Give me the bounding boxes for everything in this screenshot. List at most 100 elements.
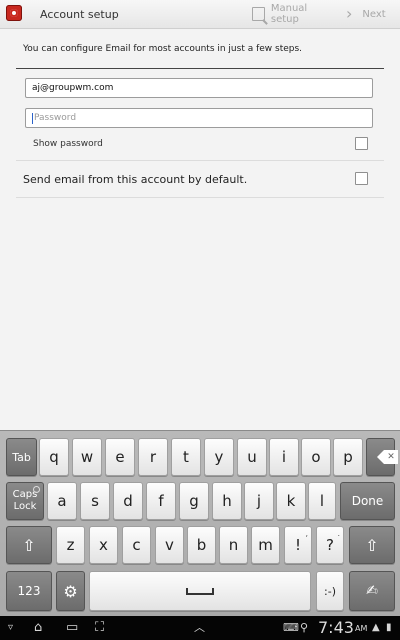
usb-icon: ⚲ [300, 621, 309, 634]
key-v[interactable]: v [155, 526, 184, 564]
key-label: k [286, 492, 296, 510]
tab-key-label: Tab [12, 450, 31, 464]
key-label: n [228, 536, 239, 554]
key-label: a [57, 492, 67, 510]
smiley-key[interactable]: :-) [316, 571, 344, 611]
settings-key[interactable]: ⚙ [56, 571, 85, 611]
recent-apps-icon[interactable]: ▭ [66, 620, 78, 636]
intro-text: You can configure Email for most account… [23, 44, 303, 54]
next-label: Next [362, 8, 386, 20]
key-r[interactable]: r [138, 438, 168, 476]
key-label: l [319, 492, 325, 510]
key-i[interactable]: i [269, 438, 299, 476]
shift-key-right[interactable]: ⇧ [349, 526, 395, 564]
chevron-up-icon[interactable]: ︿ [194, 620, 205, 636]
key-z[interactable]: z [56, 526, 85, 564]
done-key-label: Done [351, 494, 384, 508]
key-alt-label: , [305, 529, 308, 538]
key-k[interactable]: k [276, 482, 306, 520]
key-question[interactable]: . ? [316, 526, 344, 564]
hide-keyboard-icon[interactable]: ▿ [8, 620, 13, 636]
key-t[interactable]: t [171, 438, 201, 476]
key-n[interactable]: n [219, 526, 248, 564]
page-title: Account setup [40, 8, 119, 21]
password-field[interactable]: Password [25, 108, 373, 128]
key-l[interactable]: l [308, 482, 336, 520]
key-label: b [196, 536, 207, 554]
key-label: ! [294, 536, 301, 554]
key-label: t [183, 448, 189, 466]
shift-key-left[interactable]: ⇧ [6, 526, 52, 564]
screenshot-icon[interactable]: ⛶ [95, 620, 104, 636]
handwriting-icon: ✍ [366, 583, 378, 599]
key-w[interactable]: w [72, 438, 102, 476]
key-q[interactable]: q [39, 438, 69, 476]
key-h[interactable]: h [212, 482, 242, 520]
action-bar: Account setup Manual setup › Next [0, 0, 400, 29]
email-field[interactable]: aj@groupwm.com [25, 78, 373, 98]
numbers-key[interactable]: 123 [6, 571, 52, 611]
key-b[interactable]: b [187, 526, 216, 564]
key-label: ? [326, 536, 334, 554]
done-key[interactable]: Done [340, 482, 395, 520]
default-account-label: Send email from this account by default. [23, 173, 248, 186]
key-o[interactable]: o [301, 438, 331, 476]
key-d[interactable]: d [113, 482, 143, 520]
shift-icon: ⇧ [22, 535, 36, 555]
email-app-icon[interactable] [6, 5, 22, 21]
smiley-key-label: :-) [324, 584, 336, 598]
key-label: v [165, 536, 174, 554]
battery-icon: ▮ [386, 622, 392, 633]
caps-lock-key[interactable]: Caps Lock [6, 482, 44, 520]
text-cursor [32, 112, 33, 124]
key-e[interactable]: e [105, 438, 135, 476]
key-exclamation[interactable]: , ! [284, 526, 312, 564]
divider [16, 160, 384, 161]
key-label: d [123, 492, 133, 510]
key-x[interactable]: x [89, 526, 118, 564]
key-j[interactable]: j [244, 482, 274, 520]
key-u[interactable]: u [237, 438, 267, 476]
clock-ampm: AM [355, 624, 368, 633]
key-y[interactable]: y [204, 438, 234, 476]
backspace-key[interactable] [366, 438, 398, 476]
password-placeholder: Password [34, 113, 77, 123]
key-label: j [256, 492, 262, 510]
email-value: aj@groupwm.com [32, 83, 114, 93]
key-s[interactable]: s [80, 482, 110, 520]
key-label: g [189, 492, 199, 510]
system-bar: ▿ ⌂ ▭ ⛶ ︿ ⌨ ⚲ 7:43 AM ▲ ▮ [0, 616, 400, 640]
default-account-checkbox[interactable] [355, 172, 368, 185]
key-label: w [80, 448, 94, 466]
handwriting-key[interactable]: ✍ [349, 571, 395, 611]
key-f[interactable]: f [146, 482, 176, 520]
numbers-key-label: 123 [17, 584, 41, 598]
home-icon[interactable]: ⌂ [34, 620, 42, 636]
manual-setup-button[interactable]: Manual setup [252, 0, 332, 28]
key-label: o [311, 448, 321, 466]
clock-time: 7:43 [318, 618, 354, 637]
next-button[interactable]: › Next [346, 0, 394, 28]
key-label: i [281, 448, 287, 466]
key-label: h [222, 492, 232, 510]
key-label: u [247, 448, 257, 466]
chevron-right-icon: › [346, 4, 353, 23]
key-g[interactable]: g [179, 482, 209, 520]
key-label: e [115, 448, 125, 466]
key-a[interactable]: a [47, 482, 77, 520]
key-label: f [158, 492, 164, 510]
tab-key[interactable]: Tab [6, 438, 37, 476]
key-label: z [66, 536, 75, 554]
key-label: s [91, 492, 99, 510]
key-label: x [99, 536, 108, 554]
key-label: r [149, 448, 157, 466]
key-p[interactable]: p [333, 438, 363, 476]
show-password-checkbox[interactable] [355, 137, 368, 150]
key-m[interactable]: m [251, 526, 280, 564]
edit-icon [252, 7, 265, 21]
space-key[interactable] [89, 571, 311, 611]
key-label: q [49, 448, 59, 466]
caps-indicator [33, 486, 40, 493]
key-c[interactable]: c [122, 526, 151, 564]
key-alt-label: . [337, 529, 340, 538]
